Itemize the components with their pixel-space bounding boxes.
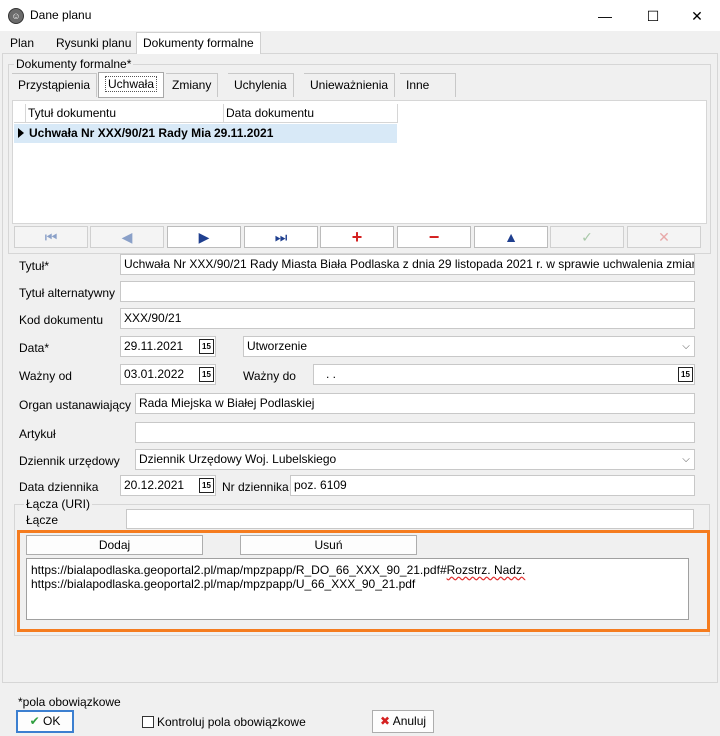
tab-przystapienia[interactable]: Przystąpienia — [12, 73, 98, 97]
link-input[interactable] — [126, 509, 694, 529]
link-label: Łącze — [26, 513, 59, 527]
cancel-button-label: Anuluj — [392, 714, 427, 728]
dziennik-select[interactable]: Dziennik Urzędowy Woj. Lubelskiego — [135, 449, 695, 470]
tab-dokumenty-formalne[interactable]: Dokumenty formalne — [136, 32, 261, 54]
organ-label: Organ ustanawiający — [19, 398, 132, 412]
tytul-label: Tytuł* — [19, 259, 50, 273]
dziennik-label: Dziennik urzędowy — [19, 454, 120, 468]
cancel-button[interactable]: ✖ Anuluj — [372, 710, 434, 733]
column-header-data[interactable]: Data dokumentu — [224, 104, 398, 123]
data-label: Data* — [19, 341, 50, 355]
table-row[interactable]: Uchwała Nr XXX/90/21 Rady Miast 29.11.20… — [14, 124, 397, 143]
links-list[interactable]: https://bialapodlaska.geoportal2.pl/map/… — [26, 558, 689, 620]
kontroluj-label[interactable]: Kontroluj pola obowiązkowe — [157, 712, 306, 732]
links-group-title: Łącza (URI) — [24, 497, 93, 511]
cell-tytul: Uchwała Nr XXX/90/21 Rady Miast — [29, 126, 211, 140]
wazny-do-field[interactable]: . . — [313, 364, 695, 385]
chevron-down-icon[interactable]: ⌵ — [679, 337, 693, 356]
column-header-tytul[interactable]: Tytuł dokumentu — [26, 104, 224, 123]
chevron-down-icon[interactable]: ⌵ — [679, 450, 693, 469]
cell-data: 29.11.2021 — [214, 126, 274, 140]
grid-header: Tytuł dokumentu Data dokumentu — [14, 104, 398, 123]
artykul-field[interactable] — [135, 422, 695, 443]
tab-inne[interactable]: Inne — [400, 73, 456, 97]
data-type-select[interactable]: Utworzenie — [243, 336, 695, 357]
ok-button[interactable]: ✔ OK — [16, 710, 74, 733]
kontroluj-checkbox[interactable] — [142, 716, 154, 728]
calendar-icon[interactable]: 15 — [199, 339, 214, 354]
tab-zmiany[interactable]: Zmiany — [166, 73, 219, 97]
minimize-button[interactable]: — — [582, 0, 628, 32]
first-record-button[interactable]: ⏮ — [14, 226, 88, 248]
ok-button-label: OK — [43, 714, 61, 728]
tab-rysunki-planu[interactable]: Rysunki planu — [50, 33, 137, 53]
check-icon: ✔ — [29, 714, 40, 728]
next-record-button[interactable]: ▶ — [167, 226, 241, 248]
wazny-do-label: Ważny do — [243, 369, 296, 383]
artykul-label: Artykuł — [19, 427, 56, 441]
calendar-icon[interactable]: 15 — [678, 367, 693, 382]
add-link-button[interactable]: Dodaj — [26, 535, 203, 555]
kod-field[interactable]: XXX/90/21 — [120, 308, 695, 329]
remove-link-button[interactable]: Usuń — [240, 535, 417, 555]
tab-uchylenia[interactable]: Uchylenia — [228, 73, 294, 97]
grid-indicator-header — [14, 104, 26, 123]
add-record-button[interactable]: + — [320, 226, 394, 248]
calendar-icon[interactable]: 15 — [199, 367, 214, 382]
link-url: https://bialapodlaska.geoportal2.pl/map/… — [31, 563, 447, 577]
window-title: Dane planu — [30, 8, 92, 22]
tytul-alt-field[interactable] — [120, 281, 695, 302]
delete-record-button[interactable]: − — [397, 226, 471, 248]
link-fragment: Rozstrz. Nadz. — [446, 563, 526, 577]
nr-dziennika-field[interactable]: poz. 6109 — [290, 475, 695, 496]
prev-record-button[interactable]: ◀ — [90, 226, 164, 248]
cancel-edit-button[interactable]: ✕ — [627, 226, 701, 248]
tab-uchwala-label: Uchwała — [105, 76, 158, 92]
list-item[interactable]: https://bialapodlaska.geoportal2.pl/map/… — [31, 577, 684, 591]
cancel-icon: ✖ — [379, 714, 391, 728]
tytul-alt-label: Tytuł alternatywny — [19, 286, 116, 300]
tab-uniewaznienia[interactable]: Unieważnienia — [304, 73, 396, 97]
kod-label: Kod dokumentu — [19, 313, 104, 327]
nr-dziennika-label: Nr dziennika — [222, 480, 289, 494]
data-dziennika-label: Data dziennika — [19, 480, 99, 494]
tytul-field[interactable]: Uchwała Nr XXX/90/21 Rady Miasta Biała P… — [120, 254, 695, 275]
app-icon: ☺ — [8, 8, 24, 24]
post-edit-button[interactable]: ✓ — [550, 226, 624, 248]
current-row-indicator-icon — [18, 128, 24, 138]
tab-plan[interactable]: Plan — [4, 33, 40, 53]
calendar-icon[interactable]: 15 — [199, 478, 214, 493]
organ-field[interactable]: Rada Miejska w Białej Podlaskiej — [135, 393, 695, 414]
maximize-button[interactable]: ☐ — [630, 0, 676, 32]
last-record-button[interactable]: ⏭ — [244, 226, 318, 248]
required-note: *pola obowiązkowe — [18, 695, 121, 709]
move-up-button[interactable]: ▲ — [474, 226, 548, 248]
documents-group-title: Dokumenty formalne* — [14, 57, 134, 71]
close-button[interactable]: ✕ — [674, 0, 720, 32]
list-item[interactable]: https://bialapodlaska.geoportal2.pl/map/… — [31, 563, 684, 577]
wazny-od-label: Ważny od — [19, 369, 72, 383]
tab-uchwala[interactable]: Uchwała — [98, 72, 165, 98]
